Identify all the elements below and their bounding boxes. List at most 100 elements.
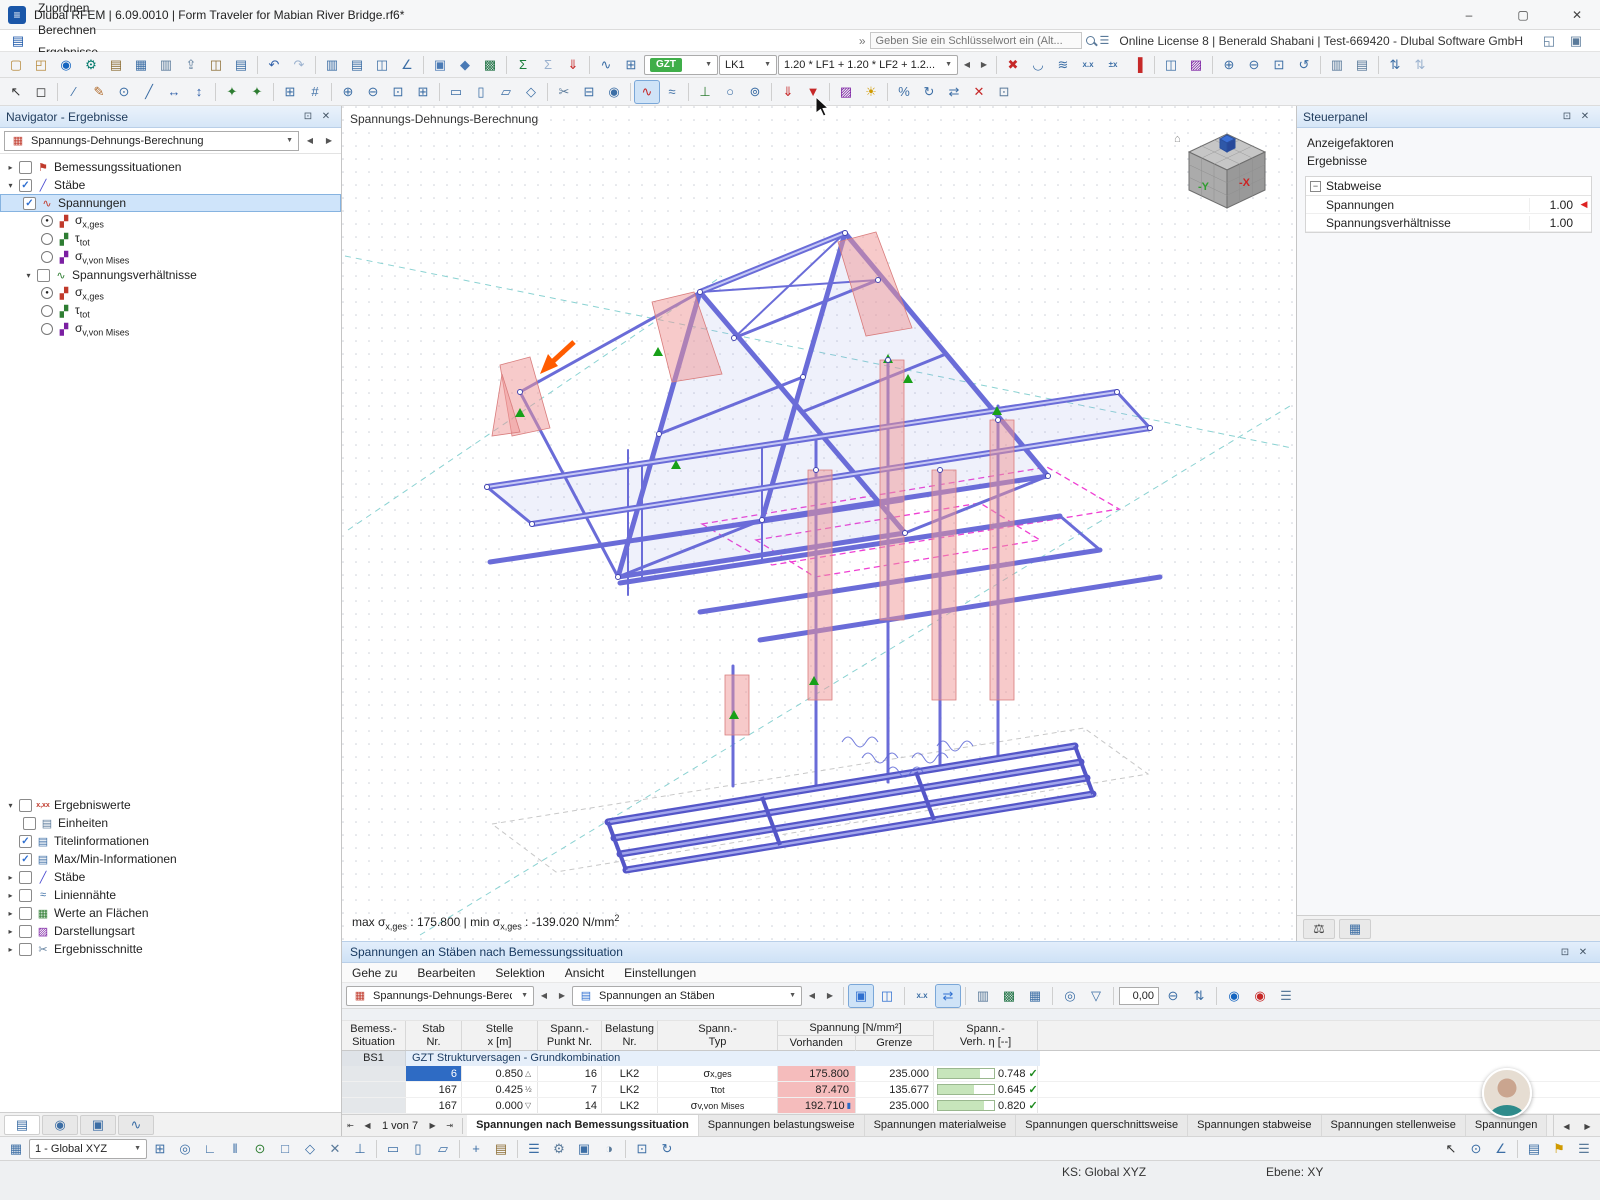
tree-item-ratio-sigma-von-mises[interactable]: ▞ σv,von Mises [0, 320, 341, 338]
design-situation-cell[interactable]: BS1 [342, 1051, 406, 1066]
load-combination-combo[interactable]: LK1 ▼ [719, 55, 777, 75]
perpendicular-snap-icon[interactable]: ⊥ [348, 1138, 372, 1160]
float-panel-icon[interactable]: ⊡ [1556, 947, 1574, 958]
cell-stelle[interactable]: 0.850△ [462, 1066, 538, 1081]
last-page-button[interactable]: ⇥ [441, 1121, 458, 1130]
factor-value[interactable]: 1.00 [1529, 198, 1577, 212]
refresh-icon[interactable]: ↻ [655, 1138, 679, 1160]
message-icon[interactable]: ▤ [1522, 1138, 1546, 1160]
delete-icon[interactable]: ✕ [967, 81, 991, 103]
cell-verhaeltnis[interactable]: 0.645✓ [934, 1082, 1038, 1097]
visibility-icon[interactable]: ◉ [602, 81, 626, 103]
radio-button[interactable] [41, 305, 53, 317]
first-page-button[interactable]: ⇤ [342, 1121, 359, 1130]
light-icon[interactable]: ☀ [859, 81, 883, 103]
column-header[interactable]: Spann.-Verh. η [--] [934, 1021, 1038, 1050]
tab-zeigen-icon[interactable]: ◉ [42, 1115, 78, 1135]
block-icon[interactable]: ⊞ [278, 81, 302, 103]
load-display-icon[interactable]: ⇓ [561, 54, 585, 76]
column-header[interactable]: Spann.-Punkt Nr. [538, 1021, 602, 1050]
layers-icon[interactable]: ☰ [522, 1138, 546, 1160]
menu-berechnen[interactable]: Berechnen [30, 19, 106, 41]
generate-model-icon[interactable]: ✦ [220, 81, 244, 103]
rmenu-bearbeiten[interactable]: Bearbeiten [407, 962, 485, 984]
cell-punkt[interactable]: 14 [538, 1098, 602, 1113]
cell-typ[interactable]: τtot [658, 1082, 778, 1097]
next-table-button[interactable]: ▶ [822, 986, 838, 1006]
cell-vorhanden[interactable]: 87.470 [778, 1082, 856, 1097]
radio-button[interactable] [41, 251, 53, 263]
zoom-in-icon[interactable]: ⊕ [336, 81, 360, 103]
result-table-combo[interactable]: ▤ Spannungen an Stäben ▼ [572, 986, 802, 1006]
next-page-button[interactable]: ▶ [424, 1121, 441, 1130]
decimal-icon[interactable]: ⊖ [1161, 985, 1185, 1007]
checkbox[interactable] [19, 161, 32, 174]
next-result-button[interactable]: ▶ [321, 131, 337, 151]
workplane-icon[interactable]: ▦ [4, 1138, 28, 1160]
print-graphic-icon[interactable]: ▥ [1325, 54, 1349, 76]
checkbox[interactable] [19, 889, 32, 902]
expander-icon[interactable]: ▸ [5, 927, 16, 936]
excel-export-icon[interactable]: ▩ [997, 985, 1021, 1007]
column-header[interactable]: Stellex [m] [462, 1021, 538, 1050]
tree-item-werte-an-flaechen[interactable]: ▸ ▦ Werte an Flächen [0, 904, 341, 922]
percent-icon[interactable]: % [892, 81, 916, 103]
redo-icon[interactable]: ↷ [287, 54, 311, 76]
grid-icon[interactable]: ⊞ [148, 1138, 172, 1160]
object-snap-icon[interactable]: ⊙ [248, 1138, 272, 1160]
column-header[interactable]: Bemess.-Situation [342, 1021, 406, 1050]
model-canvas[interactable]: ⌂ -Y -X [342, 106, 1296, 941]
control-panel-icon[interactable]: ◫ [1159, 54, 1183, 76]
save-table-icon[interactable]: ▦ [1023, 985, 1047, 1007]
tree-item-ergebniswerte[interactable]: ▾ x,xx Ergebniswerte [0, 796, 341, 814]
warning-icon[interactable]: ⚑ [1547, 1138, 1571, 1160]
tree-item-ratio-sigma-x-ges[interactable]: ● ▞ σx,ges [0, 284, 341, 302]
home-icon[interactable]: ⌂ [1174, 133, 1181, 145]
cell-stab-nr[interactable]: 167 [406, 1098, 462, 1113]
expander-icon[interactable]: ▸ [5, 909, 16, 918]
cell-belastung[interactable]: LK2 [602, 1066, 658, 1081]
tree-item-staebe-anzeige[interactable]: ▸ ╱ Stäbe [0, 868, 341, 886]
rtab-stellenweise[interactable]: Spannungen stellenweise [1322, 1115, 1466, 1136]
scroll-tabs-left-button[interactable]: ◀ [1558, 1122, 1575, 1131]
window-float-icon[interactable]: ◱ [1537, 30, 1561, 52]
dimension-h-icon[interactable]: ↔ [162, 81, 186, 103]
menu-zuordnen[interactable]: Zuordnen [30, 0, 106, 19]
previous-result-button[interactable]: ◀ [302, 131, 318, 151]
zoom-out-icon[interactable]: ⊖ [1242, 54, 1266, 76]
generate-load-icon[interactable]: ✦ [245, 81, 269, 103]
values-display-icon[interactable]: x.x [910, 985, 934, 1007]
view-isometric-icon[interactable]: ◇ [519, 81, 543, 103]
cell-stelle[interactable]: 0.000▽ [462, 1098, 538, 1113]
new-model-icon[interactable]: ▢ [4, 54, 28, 76]
checkbox[interactable] [19, 799, 32, 812]
panel-tab-display-icon[interactable]: ▦ [1339, 919, 1371, 939]
plane-xz-icon[interactable]: ▱ [431, 1138, 455, 1160]
window-layout-icon[interactable]: ▣ [1564, 30, 1588, 52]
export-icon[interactable]: ⇪ [179, 54, 203, 76]
display-settings-icon[interactable]: ▨ [1184, 54, 1208, 76]
collapse-icon[interactable]: − [1310, 181, 1321, 192]
expander-icon[interactable]: ▾ [5, 181, 16, 190]
calculate-all-icon[interactable]: Σ [511, 54, 535, 76]
checkbox[interactable] [19, 925, 32, 938]
checkbox[interactable] [19, 907, 32, 920]
status-menu-icon[interactable]: ☰ [1572, 1138, 1596, 1160]
table-view-icon[interactable]: ▣ [849, 985, 873, 1007]
select-box-icon[interactable]: ◻ [29, 81, 53, 103]
table-split-icon[interactable]: ◫ [875, 985, 899, 1007]
tab-daten-icon[interactable]: ▤ [4, 1115, 40, 1135]
smooth-results-icon[interactable]: ≈ [660, 81, 684, 103]
search-menu-icon[interactable]: ☰ [1100, 34, 1110, 47]
hinge-icon[interactable]: ○ [718, 81, 742, 103]
spreadsheet-icon[interactable]: ▩ [478, 54, 502, 76]
tree-item-darstellungsart[interactable]: ▸ ▨ Darstellungsart [0, 922, 341, 940]
render-wireframe-icon[interactable]: ▣ [428, 54, 452, 76]
remove-results-icon[interactable]: ✖ [1001, 54, 1025, 76]
column-header-spannung[interactable]: Spannung [N/mm²] VorhandenGrenze [778, 1021, 934, 1050]
cell-stelle[interactable]: 0.425½ [462, 1082, 538, 1097]
undo-icon[interactable]: ↶ [262, 54, 286, 76]
dxf-icon[interactable]: ▤ [489, 1138, 513, 1160]
previous-combination-button[interactable]: ◀ [959, 55, 975, 75]
result-table-icon[interactable]: ⊞ [619, 54, 643, 76]
